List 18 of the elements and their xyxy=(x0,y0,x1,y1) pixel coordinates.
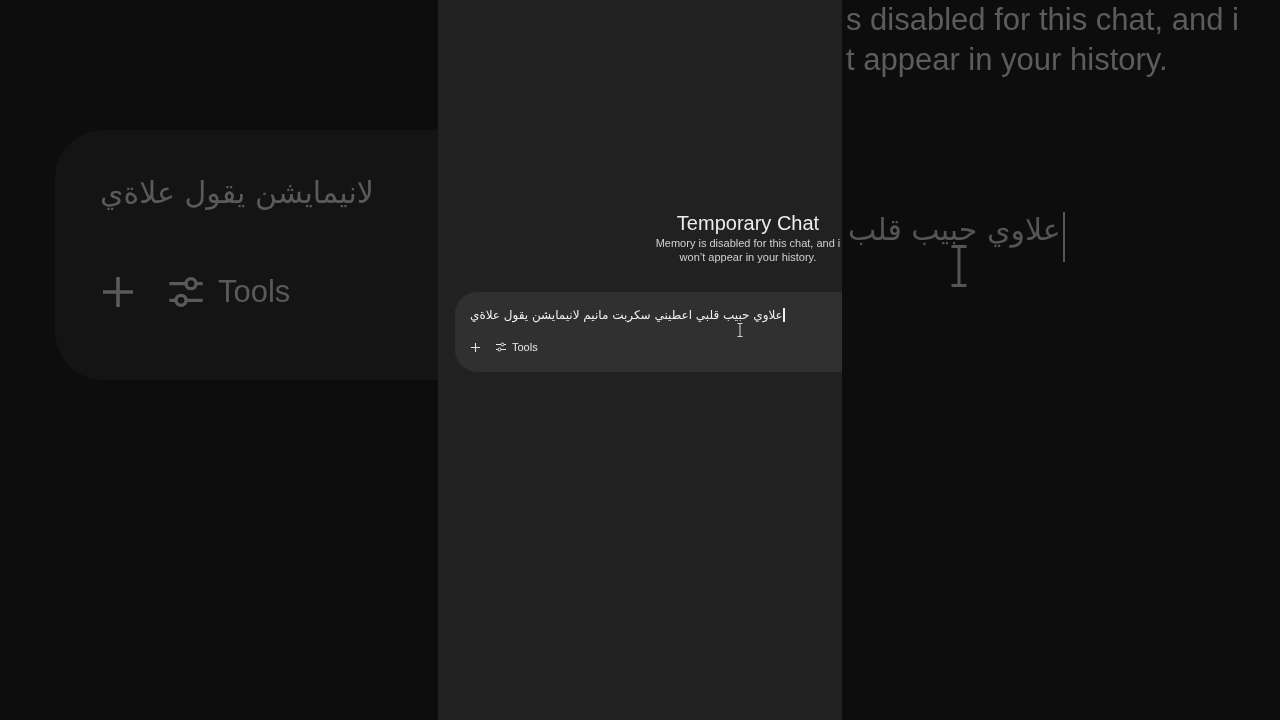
subtitle-text: Memory is disabled for this chat, and i xyxy=(655,236,841,250)
tools-button[interactable]: Tools xyxy=(495,341,538,353)
sliders-icon xyxy=(495,341,507,353)
subtitle-text: won’t appear in your history. xyxy=(679,250,817,264)
chat-title: Temporary Chat xyxy=(676,211,820,236)
plus-icon xyxy=(100,274,136,310)
message-text: علاوي حبيب قلب xyxy=(848,212,1061,247)
text-cursor-icon xyxy=(949,245,969,287)
message-text: لانيمايشن يقول علاةي xyxy=(100,175,374,210)
subtitle-text: s disabled for this chat, and i xyxy=(846,1,1240,39)
subtitle-text: t appear in your history. xyxy=(846,41,1169,79)
add-button[interactable] xyxy=(470,341,481,353)
tools-label: Tools xyxy=(218,274,291,310)
text-caret xyxy=(782,308,785,322)
text-cursor-icon xyxy=(737,323,743,337)
plus-icon xyxy=(470,341,481,353)
text-caret xyxy=(1062,212,1065,262)
message-text: علاوي حبيب قلبي اعطيني سكربت مانيم لانيمايشن يقول علاةي xyxy=(470,308,783,322)
